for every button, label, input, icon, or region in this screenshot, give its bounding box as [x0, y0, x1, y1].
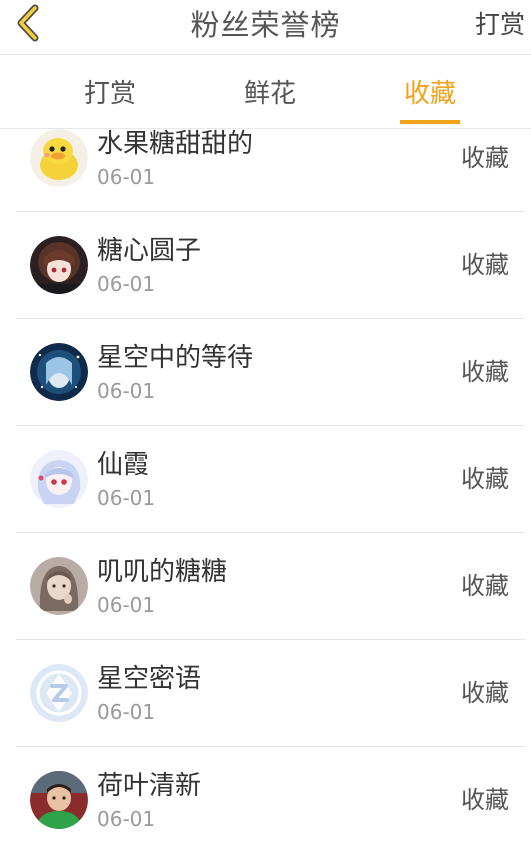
tab-tip[interactable]: 打赏 — [70, 55, 150, 128]
fan-date: 06-01 — [97, 165, 156, 189]
starry-avatar-icon — [30, 343, 88, 401]
active-tab-indicator — [400, 120, 460, 124]
list-item[interactable]: 星空密语 06-01 收藏 — [16, 640, 525, 747]
page-title: 粉丝荣誉榜 — [190, 8, 341, 42]
fan-date: 06-01 — [97, 807, 156, 831]
list-item[interactable]: 仙霞 06-01 收藏 — [16, 426, 525, 533]
fan-name: 糖心圆子 — [97, 236, 202, 266]
tab-bar: 打赏 鲜花 收藏 — [0, 55, 531, 128]
duck-avatar-icon — [30, 129, 88, 187]
tab-label: 收藏 — [403, 79, 456, 109]
fan-name: 水果糖甜甜的 — [97, 129, 254, 159]
list-item[interactable]: 荷叶清新 06-01 收藏 — [16, 747, 525, 844]
fan-name: 荷叶清新 — [97, 771, 202, 801]
tab-label: 打赏 — [83, 79, 136, 109]
fan-name: 仙霞 — [97, 450, 150, 480]
favorite-label: 收藏 — [461, 679, 509, 707]
default-avatar-icon — [30, 664, 88, 722]
portrait-avatar-icon — [30, 557, 88, 615]
fan-name: 星空中的等待 — [97, 343, 254, 373]
favorite-label: 收藏 — [461, 358, 509, 386]
tab-flowers[interactable]: 鲜花 — [230, 55, 310, 128]
fan-name: 星空密语 — [97, 664, 202, 694]
tab-favorites[interactable]: 收藏 — [400, 55, 460, 128]
favorite-label: 收藏 — [461, 465, 509, 493]
fan-date: 06-01 — [97, 486, 156, 510]
favorite-label: 收藏 — [461, 572, 509, 600]
fan-list: 水果糖甜甜的 06-01 收藏 糖心圆子 06-01 收藏 星空中的等待 06-… — [0, 128, 531, 844]
fan-name: 叽叽的糖糖 — [97, 557, 228, 587]
favorite-label: 收藏 — [461, 144, 509, 172]
photo-avatar-icon — [30, 771, 88, 829]
favorite-label: 收藏 — [461, 786, 509, 814]
anime-girl-avatar-icon — [30, 450, 88, 508]
list-item[interactable]: 叽叽的糖糖 06-01 收藏 — [16, 533, 525, 640]
list-item[interactable]: 水果糖甜甜的 06-01 收藏 — [16, 129, 525, 212]
fan-date: 06-01 — [97, 593, 156, 617]
list-item[interactable]: 糖心圆子 06-01 收藏 — [16, 212, 525, 319]
tab-label: 鲜花 — [243, 79, 296, 109]
anime-girl-avatar-icon — [30, 236, 88, 294]
fan-date: 06-01 — [97, 379, 156, 403]
app-header: 粉丝荣誉榜 打赏 — [0, 0, 531, 55]
tip-button[interactable]: 打赏 — [475, 0, 525, 54]
fan-date: 06-01 — [97, 700, 156, 724]
favorite-label: 收藏 — [461, 251, 509, 279]
list-item[interactable]: 星空中的等待 06-01 收藏 — [16, 319, 525, 426]
fan-date: 06-01 — [97, 272, 156, 296]
